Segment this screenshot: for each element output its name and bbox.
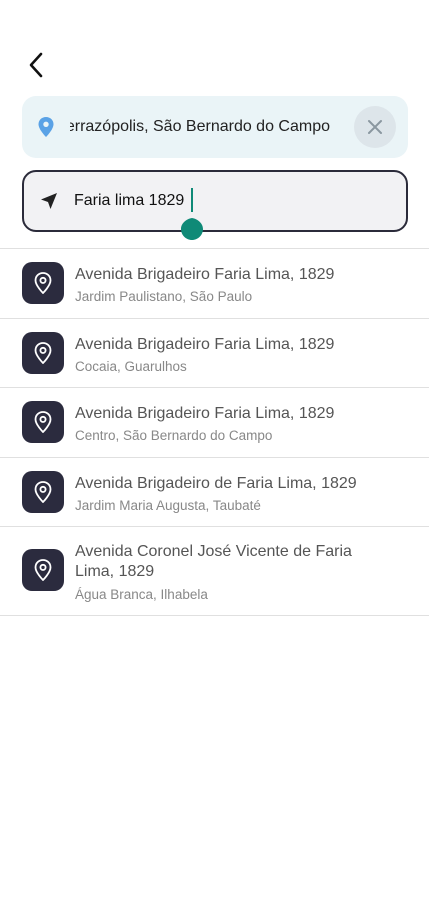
chevron-left-icon	[29, 52, 43, 78]
location-pin-icon	[38, 117, 54, 137]
result-title: Avenida Brigadeiro Faria Lima, 1829	[75, 266, 335, 283]
origin-field[interactable]: Ferrazópolis, São Bernardo do Campo	[22, 96, 408, 158]
result-pin-badge	[22, 549, 64, 591]
location-pin-icon	[34, 481, 52, 503]
result-item[interactable]: Avenida Brigadeiro Faria Lima, 1829 Coca…	[0, 319, 429, 388]
result-subtitle: Cocaia, Guarulhos	[75, 359, 187, 374]
result-pin-badge	[22, 332, 64, 374]
destination-input[interactable]: Faria lima 1829	[74, 172, 184, 230]
location-pin-icon	[34, 272, 52, 294]
cursor-handle[interactable]	[181, 214, 203, 240]
results-list: Avenida Brigadeiro Faria Lima, 1829 Jard…	[0, 249, 429, 616]
result-pin-badge	[22, 262, 64, 304]
back-button[interactable]	[20, 49, 52, 81]
destination-field[interactable]: Faria lima 1829	[22, 170, 408, 232]
result-subtitle: Jardim Maria Augusta, Taubaté	[75, 498, 261, 513]
location-pin-icon	[34, 559, 52, 581]
result-pin-badge	[22, 471, 64, 513]
clear-origin-button[interactable]	[354, 106, 396, 148]
location-pin-icon	[34, 411, 52, 433]
result-item[interactable]: Avenida Brigadeiro de Faria Lima, 1829 J…	[0, 458, 429, 527]
result-item[interactable]: Avenida Coronel José Vicente de Faria Li…	[0, 527, 429, 616]
navigation-arrow-icon	[41, 193, 57, 209]
origin-input[interactable]: Ferrazópolis, São Bernardo do Campo	[70, 96, 330, 158]
result-title: Avenida Brigadeiro Faria Lima, 1829	[75, 405, 335, 422]
result-title: Avenida Brigadeiro de Faria Lima, 1829	[75, 475, 357, 492]
result-subtitle: Água Branca, Ilhabela	[75, 587, 208, 602]
result-item[interactable]: Avenida Brigadeiro Faria Lima, 1829 Cent…	[0, 388, 429, 458]
text-cursor	[191, 188, 193, 212]
result-subtitle: Centro, São Bernardo do Campo	[75, 428, 273, 443]
result-title: Avenida Coronel José Vicente de Faria Li…	[75, 543, 352, 580]
result-title: Avenida Brigadeiro Faria Lima, 1829	[75, 336, 335, 353]
location-pin-icon	[34, 342, 52, 364]
result-subtitle: Jardim Paulistano, São Paulo	[75, 289, 253, 304]
result-pin-badge	[22, 401, 64, 443]
result-item[interactable]: Avenida Brigadeiro Faria Lima, 1829 Jard…	[0, 249, 429, 319]
close-icon	[368, 120, 382, 134]
